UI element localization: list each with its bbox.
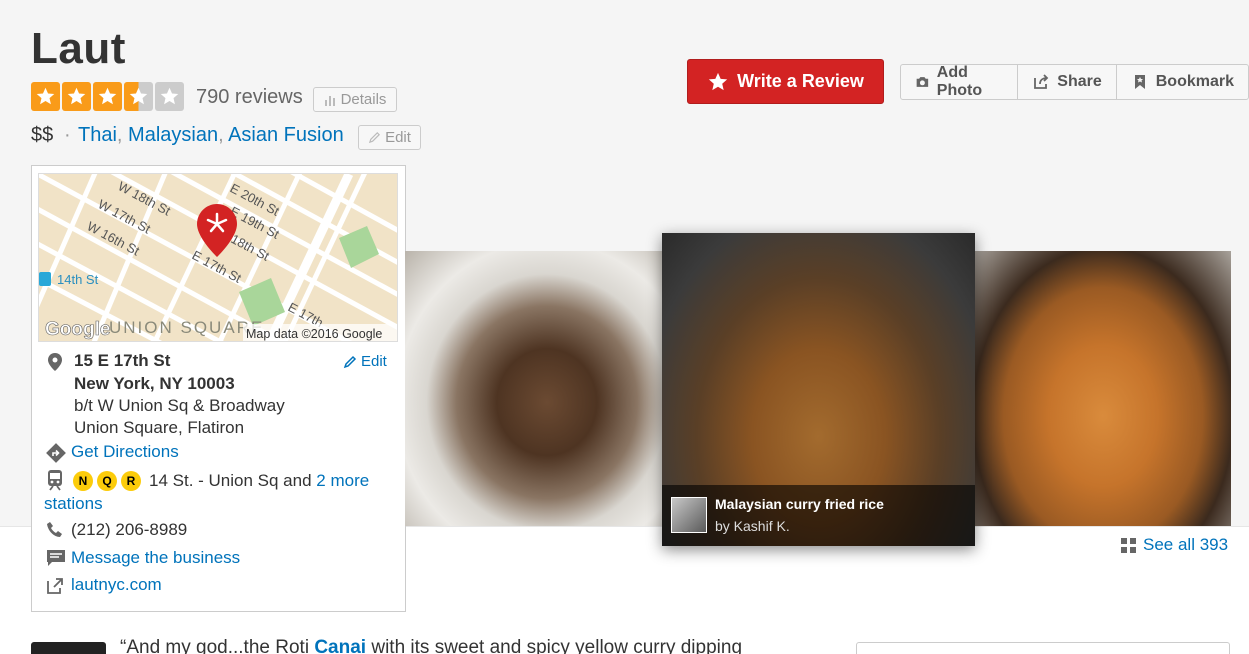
location-pin-icon xyxy=(46,352,64,377)
subway-lines: N Q R xyxy=(73,471,141,491)
write-review-button[interactable]: Write a Review xyxy=(687,59,884,104)
category-list: Thai, Malaysian, Asian Fusion xyxy=(78,124,344,146)
star-icon xyxy=(708,72,728,90)
message-business-link[interactable]: Message the business xyxy=(71,548,240,568)
address-street: 15 E 17th St xyxy=(74,351,171,370)
subway-line-badge: R xyxy=(121,471,141,491)
photo-thumbnail[interactable] xyxy=(405,251,663,526)
add-photo-button[interactable]: Add Photo xyxy=(901,64,1019,99)
bookmark-icon xyxy=(1134,75,1145,89)
pencil-icon xyxy=(343,355,357,368)
edit-label: Edit xyxy=(385,129,411,146)
see-all-photos-link[interactable]: See all 393 xyxy=(1120,535,1228,555)
more-stations-link[interactable]: stations xyxy=(44,494,103,514)
photo-caption-overlay xyxy=(662,485,975,546)
subway-line-badge: N xyxy=(73,471,93,491)
business-name: Laut xyxy=(31,24,126,73)
review-thumbnail[interactable] xyxy=(31,642,106,654)
category-link[interactable]: Malaysian xyxy=(128,124,218,146)
star-icon xyxy=(93,82,122,111)
message-icon xyxy=(46,549,66,572)
share-icon xyxy=(1034,74,1049,89)
map-area-label: UNION SQUARE xyxy=(109,318,264,337)
category-link[interactable]: Thai xyxy=(78,124,117,146)
avatar[interactable] xyxy=(671,497,707,533)
empty-star-icon xyxy=(155,82,184,111)
category-link[interactable]: Asian Fusion xyxy=(228,124,344,146)
station-name: 14 St. - Union Sq and xyxy=(149,471,317,490)
bar-chart-icon xyxy=(324,95,335,106)
phone-number: (212) 206-8989 xyxy=(71,520,188,539)
add-photo-label: Add Photo xyxy=(936,64,983,99)
edit-address-button[interactable]: Edit xyxy=(343,353,387,370)
address-city: New York, NY 10003 xyxy=(74,374,235,393)
map-station-label: 14th St xyxy=(57,272,99,287)
sidebar-box xyxy=(856,642,1230,654)
pencil-icon xyxy=(368,132,381,144)
photo-thumbnail[interactable] xyxy=(975,251,1231,526)
photo-caption-title[interactable]: Malaysian curry fried rice xyxy=(715,496,884,512)
details-label: Details xyxy=(340,91,387,108)
see-all-label: See all 393 xyxy=(1143,535,1229,554)
share-button[interactable]: Share xyxy=(1018,65,1117,99)
camera-icon xyxy=(916,77,929,87)
edit-categories-button[interactable]: Edit xyxy=(358,125,421,150)
phone-icon xyxy=(46,521,64,544)
star-icon xyxy=(31,82,60,111)
half-star-icon xyxy=(124,82,153,111)
star-icon xyxy=(62,82,91,111)
get-directions-link[interactable]: Get Directions xyxy=(71,442,179,462)
train-icon xyxy=(46,469,64,496)
external-link-icon xyxy=(46,577,64,600)
bookmark-button[interactable]: Bookmark xyxy=(1117,65,1248,99)
cross-streets: b/t W Union Sq & Broadway xyxy=(74,396,285,415)
map[interactable]: W 18th St W 17th St W 16th St E 20th St … xyxy=(38,173,398,342)
map-attribution: Map data ©2016 Google xyxy=(246,327,382,341)
grid-icon xyxy=(1121,537,1136,553)
photo-caption-author: by Kashif K. xyxy=(715,518,790,534)
review-snippet-text: “And my god...the Roti xyxy=(120,637,315,654)
review-highlight[interactable]: Canai xyxy=(314,637,366,654)
more-stations-link[interactable]: 2 more xyxy=(316,471,369,490)
directions-icon xyxy=(46,443,66,468)
station-text: 14 St. - Union Sq and 2 more xyxy=(149,471,369,491)
subway-line-badge: Q xyxy=(97,471,117,491)
action-button-group: Add Photo Share Bookmark xyxy=(900,64,1249,100)
review-snippet: “And my god...the Roti Canai with its sw… xyxy=(120,637,742,654)
separator: · xyxy=(64,124,71,146)
bookmark-label: Bookmark xyxy=(1155,73,1234,90)
price-range: $$ xyxy=(31,124,54,146)
review-snippet-text: with its sweet and spicy yellow curry di… xyxy=(366,637,743,654)
details-button[interactable]: Details xyxy=(313,87,397,112)
review-count[interactable]: 790 reviews xyxy=(196,86,303,109)
edit-label: Edit xyxy=(361,353,387,370)
write-review-label: Write a Review xyxy=(737,71,864,91)
neighborhood: Union Square, Flatiron xyxy=(74,418,245,437)
website-link[interactable]: lautnyc.com xyxy=(71,575,162,595)
star-rating xyxy=(31,82,184,111)
google-logo: Google xyxy=(45,319,110,340)
share-label: Share xyxy=(1057,73,1102,90)
